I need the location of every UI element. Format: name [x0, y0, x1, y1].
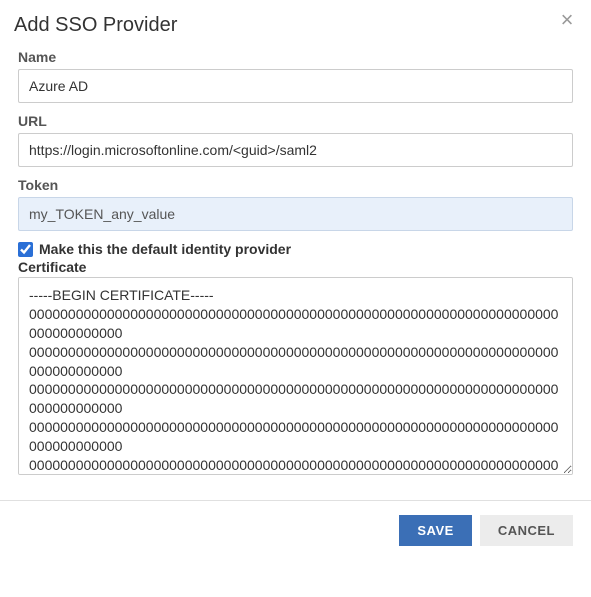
certificate-group: Certificate: [18, 259, 573, 480]
default-provider-checkbox[interactable]: [18, 242, 33, 257]
add-sso-provider-dialog: Add SSO Provider × Name URL Token Make t…: [0, 0, 591, 597]
token-label: Token: [18, 177, 573, 193]
name-input[interactable]: [18, 69, 573, 103]
close-button[interactable]: ×: [557, 10, 577, 30]
url-group: URL: [18, 113, 573, 167]
token-group: Token: [18, 177, 573, 231]
dialog-header: Add SSO Provider ×: [0, 0, 591, 45]
save-button[interactable]: SAVE: [399, 515, 471, 546]
token-input[interactable]: [18, 197, 573, 231]
url-label: URL: [18, 113, 573, 129]
dialog-body: Name URL Token Make this the default ide…: [0, 45, 591, 501]
name-group: Name: [18, 49, 573, 103]
dialog-footer: SAVE CANCEL: [0, 501, 591, 560]
close-icon: ×: [561, 7, 574, 32]
dialog-title: Add SSO Provider: [14, 14, 573, 37]
url-input[interactable]: [18, 133, 573, 167]
certificate-label: Certificate: [18, 259, 573, 275]
cancel-button[interactable]: CANCEL: [480, 515, 573, 546]
default-provider-label[interactable]: Make this the default identity provider: [39, 241, 291, 257]
certificate-textarea[interactable]: [18, 277, 573, 475]
name-label: Name: [18, 49, 573, 65]
default-provider-row: Make this the default identity provider: [18, 241, 573, 257]
